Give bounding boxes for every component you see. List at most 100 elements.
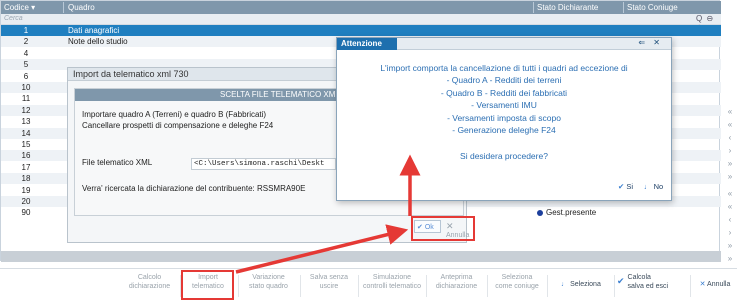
attention-line: - Quadro B - Redditi dei fabbricati <box>440 87 568 98</box>
import-terreni-fabbricati-option[interactable]: Importare quadro A (Terreni) e quadro B … <box>82 110 266 119</box>
attention-dialog: Attenzione ⇐ ✕ L'import comporta la canc… <box>336 37 672 201</box>
tb-line: salva ed esci <box>627 283 669 290</box>
yes-label: Si <box>626 182 634 191</box>
column-stato-coniuge[interactable]: Stato Coniuge <box>627 3 678 12</box>
row-code: 1 <box>23 26 29 35</box>
filter-row[interactable]: Cerca Q ⊖ ⊗ <box>1 14 721 32</box>
row-code: 4 <box>23 48 29 58</box>
toolbar-separator <box>358 275 359 297</box>
thumb-down-icon: ♩ <box>561 281 569 288</box>
nav-arrow-icon[interactable]: « <box>723 200 737 213</box>
nav-arrow-icon[interactable]: ‹ <box>723 131 737 144</box>
attention-line: L'import comporta la cancellazione di tu… <box>380 63 628 73</box>
right-navigation: ««‹ ›»» ««‹ ›»» <box>723 105 737 265</box>
check-icon: ✔ <box>617 276 625 286</box>
toolbar-separator <box>300 275 301 297</box>
grid-header: Codice ▾ Quadro Stato Dichiarante Stato … <box>1 1 721 14</box>
annulla-toolbar-button[interactable]: ✕ Annulla <box>693 280 737 289</box>
attention-titlebar: Attenzione ⇐ ✕ <box>337 38 671 50</box>
row-code: 12 <box>21 105 31 115</box>
tb-line: dichiarazione <box>128 283 171 290</box>
nav-arrow-icon[interactable]: « <box>723 187 737 200</box>
ok-highlight-box <box>411 216 475 241</box>
attention-title: Attenzione <box>337 38 397 50</box>
dialog-pin-close-icon[interactable]: ⇐ ✕ <box>638 38 663 47</box>
row-code: 2 <box>23 37 29 47</box>
row-quadro-name: Note dello studio <box>68 37 128 47</box>
row-code: 90 <box>21 208 31 218</box>
row-code: 13 <box>21 117 31 127</box>
seleziona-button[interactable]: ♩ Seleziona <box>550 280 612 289</box>
table-row[interactable]: 1 Dati anagrafici <box>1 25 721 36</box>
row-quadro-name: Dati anagrafici <box>68 26 120 35</box>
tb-line: Calcolo <box>137 274 162 281</box>
calcolo-dichiarazione-button[interactable]: Calcolo dichiarazione <box>122 273 177 291</box>
row-code: 17 <box>21 162 31 172</box>
file-xml-label: File telematico XML <box>82 158 153 167</box>
toolbar-separator <box>238 275 239 297</box>
seleziona-come-coniuge-button[interactable]: Seleziona come coniuge <box>490 273 544 291</box>
row-code: 11 <box>21 94 31 104</box>
row-code: 15 <box>21 140 31 149</box>
salva-senza-uscire-button[interactable]: Salva senza uscire <box>303 273 355 291</box>
toolbar-separator <box>487 275 488 297</box>
nav-arrow-icon[interactable]: › <box>723 144 737 157</box>
variazione-stato-quadro-button[interactable]: Variazione stato quadro <box>241 273 296 291</box>
tb-line: Seleziona <box>501 274 533 281</box>
anteprima-dichiarazione-button[interactable]: Anteprima dichiarazione <box>429 273 484 291</box>
yes-button[interactable]: ✔ Si <box>618 182 633 191</box>
row-code: 5 <box>23 60 29 70</box>
row-code: 10 <box>21 83 31 92</box>
thumb-down-icon: ♩ <box>644 182 652 191</box>
cancel-f24-option[interactable]: Cancellare prospetti di compensazione e … <box>82 121 273 130</box>
bottom-toolbar: Calcolo dichiarazione Import telematico … <box>0 268 737 301</box>
nav-arrow-icon[interactable]: » <box>723 170 737 183</box>
toolbar-separator <box>547 275 548 297</box>
attention-line: - Versamenti imposta di scopo <box>447 112 561 123</box>
tb-line: dichiarazione <box>435 283 478 290</box>
column-separator <box>623 2 624 13</box>
attention-line: - Generazione deleghe F24 <box>452 125 556 136</box>
row-code: 18 <box>21 174 31 184</box>
column-separator <box>63 2 64 13</box>
row-code: 14 <box>21 128 31 138</box>
row-code: 20 <box>21 197 31 206</box>
close-icon: ✕ <box>699 281 706 288</box>
column-stato-dichiarante[interactable]: Stato Dichiarante <box>537 3 598 12</box>
attention-line: - Versamenti IMU <box>471 100 537 111</box>
seleziona-label: Seleziona <box>570 281 601 288</box>
simulazione-controlli-button[interactable]: Simulazione controlli telematico <box>361 273 423 291</box>
search-placeholder[interactable]: Cerca <box>4 15 23 22</box>
status-dot-icon <box>537 210 543 217</box>
column-quadro[interactable]: Quadro <box>68 3 95 12</box>
column-codice[interactable]: Codice ▾ <box>4 3 35 12</box>
no-label: No <box>653 182 664 191</box>
toolbar-separator <box>614 275 615 297</box>
tb-line: Simulazione <box>372 274 412 281</box>
nav-arrow-icon[interactable]: » <box>723 239 737 252</box>
tb-line: Anteprima <box>440 274 473 281</box>
attention-line: - Quadro A - Redditi dei terreni <box>446 75 562 86</box>
nav-arrow-icon[interactable]: « <box>723 105 737 118</box>
calcola-salva-esci-button[interactable]: ✔ Calcola salva ed esci <box>617 273 687 291</box>
tb-line: uscire <box>319 283 339 290</box>
nav-arrow-icon[interactable]: » <box>723 157 737 170</box>
tb-line: Calcola <box>627 274 651 281</box>
file-xml-input[interactable]: <C:\Users\simona.raschi\Deskt <box>191 158 336 170</box>
no-button[interactable]: ♩ No <box>644 182 663 191</box>
toolbar-separator <box>690 275 691 297</box>
nav-arrow-icon[interactable]: » <box>723 252 737 265</box>
grid-footer-bar <box>1 251 721 262</box>
tb-line: controlli telematico <box>363 283 421 290</box>
status-badge: Gest.presente <box>537 208 596 217</box>
attention-message: L'import comporta la cancellazione di tu… <box>337 62 671 136</box>
tb-line: Variazione <box>252 274 285 281</box>
status-text: Gest.presente <box>546 208 597 218</box>
row-code: 16 <box>21 151 31 161</box>
nav-arrow-icon[interactable]: ‹ <box>723 213 737 226</box>
nav-arrow-icon[interactable]: › <box>723 226 737 239</box>
attention-question: Si desidera procedere? <box>460 151 548 161</box>
nav-arrow-icon[interactable]: « <box>723 118 737 131</box>
tb-line: Salva senza <box>309 274 349 281</box>
search-taxpayer-text: Verra' ricercata la dichiarazione del co… <box>82 184 306 193</box>
